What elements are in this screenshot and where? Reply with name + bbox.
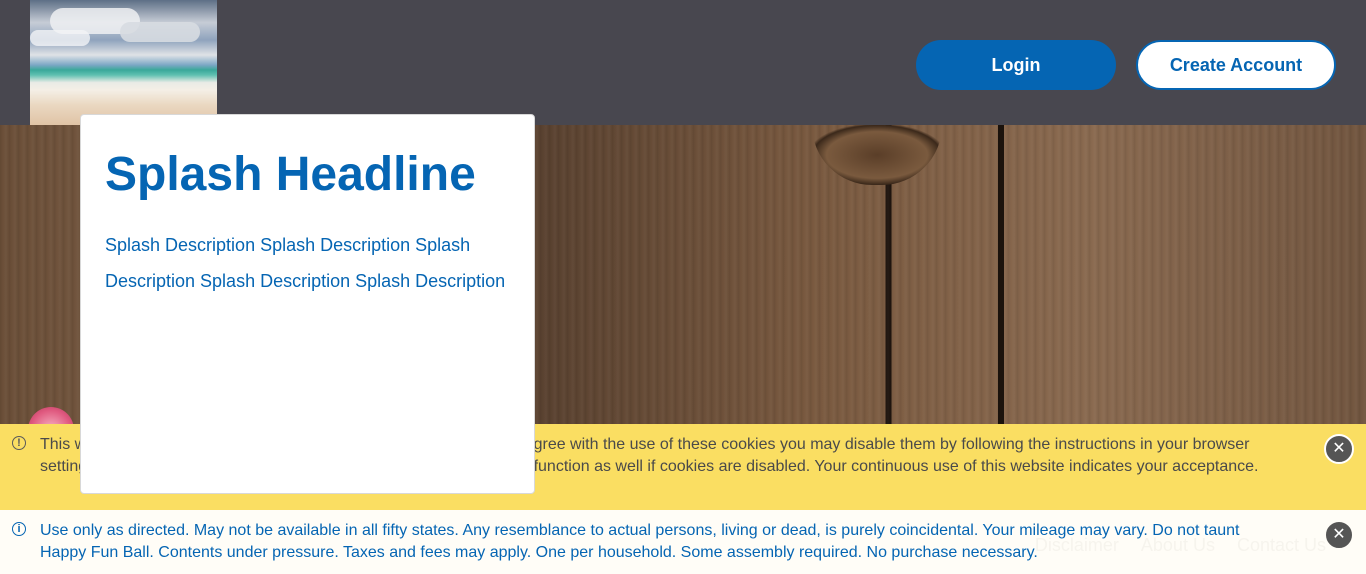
splash-card: Splash Headline Splash Description Splas… (80, 114, 535, 494)
login-button[interactable]: Login (916, 40, 1116, 90)
info-icon: ! (12, 436, 26, 450)
info-icon: i (12, 522, 26, 536)
close-icon[interactable]: ✕ (1324, 520, 1354, 550)
create-account-button[interactable]: Create Account (1136, 40, 1336, 90)
wood-knot (812, 125, 942, 185)
site-header: Login Create Account (0, 0, 1366, 125)
close-icon[interactable]: ✕ (1324, 434, 1354, 464)
splash-headline: Splash Headline (105, 148, 476, 201)
footer-link-contact[interactable]: Contact Us (1237, 534, 1326, 556)
site-logo[interactable] (30, 0, 217, 125)
disclaimer-banner: Disclaimer About Us Contact Us i Use onl… (0, 510, 1366, 574)
splash-description: Splash Description Splash Description Sp… (105, 235, 506, 291)
